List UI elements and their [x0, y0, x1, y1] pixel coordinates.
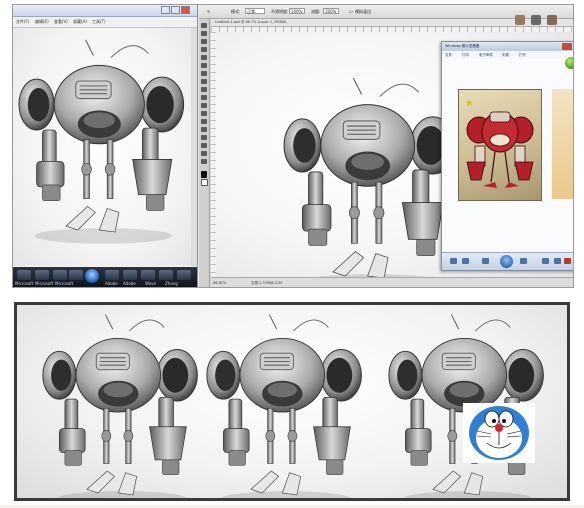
fit-icon[interactable] — [462, 258, 469, 264]
left-canvas — [13, 28, 197, 266]
move-tool-icon[interactable] — [201, 23, 207, 28]
taskbar-item[interactable] — [123, 270, 137, 280]
left-window-titlebar — [13, 5, 197, 17]
viewer-title: Windows 照片查看器 — [445, 44, 480, 48]
flow-value: 100% — [325, 9, 337, 14]
taskbar: Microsoft Microsoft Microsoft Adobe Adob… — [13, 267, 197, 287]
brush-preset-icon[interactable]: ✎ — [207, 9, 210, 14]
wet-edges-label: 模拟湿边 — [355, 9, 371, 14]
wet-edges-checkbox[interactable]: ☐ — [349, 9, 353, 14]
minimize-button[interactable] — [161, 6, 170, 14]
menu-item-file[interactable]: 文件(F) — [16, 19, 29, 25]
opacity-value: 100% — [291, 9, 303, 14]
taskbar-item[interactable] — [17, 270, 31, 280]
panel-icon[interactable] — [547, 15, 557, 25]
background-color-swatch[interactable] — [201, 179, 208, 186]
panel-icons — [509, 11, 569, 31]
mode-label: 模式: — [231, 9, 241, 14]
history-brush-icon[interactable] — [201, 87, 207, 92]
menu-item-edit[interactable]: 编辑(E) — [35, 19, 49, 25]
eraser-tool-icon[interactable] — [201, 95, 207, 100]
crop-tool-icon[interactable] — [201, 47, 207, 52]
viewer-titlebar: Windows 照片查看器 — [442, 42, 573, 51]
marquee-tool-icon[interactable] — [201, 31, 207, 36]
taskbar-label: Microsoft — [15, 281, 34, 286]
dodge-tool-icon[interactable] — [201, 111, 207, 116]
foreground-color-swatch[interactable] — [201, 171, 207, 178]
taskbar-label: Microsoft — [55, 281, 74, 286]
rotate-right-icon[interactable] — [554, 258, 561, 264]
close-button[interactable] — [181, 6, 190, 14]
panel-icon[interactable] — [531, 15, 541, 25]
svg-text:★: ★ — [464, 97, 474, 109]
tools-panel — [199, 19, 210, 287]
taskbar-label: Adobe — [105, 281, 118, 286]
taskbar-item[interactable] — [159, 270, 173, 280]
slideshow-icon[interactable] — [500, 255, 513, 268]
menu-item-view[interactable]: 查看(V) — [54, 19, 68, 25]
status-bar: 66.67% 文档:1.37M/8.21M — [211, 277, 573, 287]
opacity-label: 不透明度: — [271, 9, 289, 14]
viewer-menu-email[interactable]: 电子邮件 — [479, 53, 493, 58]
start-orb-icon[interactable] — [85, 269, 99, 283]
mode-value: 正常 — [247, 9, 255, 14]
viewer-menu-file[interactable]: 文件 — [445, 53, 452, 58]
robot-lineup — [42, 314, 544, 498]
taskbar-label: Adobe — [123, 281, 136, 286]
left-window: 文件(F) 编辑(E) 查看(V) 收藏(A) 工具(T) Microsoft … — [13, 5, 198, 287]
document-tab-label: Untitled-1.psd @ 66.7% (Layer 1, RGB/8) — [215, 20, 287, 24]
taskbar-item[interactable] — [105, 270, 119, 280]
zoom-tool-icon[interactable] — [201, 159, 207, 164]
eyedropper-tool-icon[interactable] — [201, 55, 207, 60]
shape-tool-icon[interactable] — [201, 143, 207, 148]
viewer-menu-burn[interactable]: 刻录 — [502, 53, 509, 58]
viewer-close-button[interactable] — [562, 43, 572, 50]
viewer-menu-print[interactable]: 打印 — [462, 53, 469, 58]
taskbar-label: Microsoft — [35, 281, 54, 286]
document-size: 文档:1.37M/8.21M — [251, 281, 282, 285]
healing-tool-icon[interactable] — [201, 63, 207, 68]
left-window-menubar: 文件(F) 编辑(E) 查看(V) 收藏(A) 工具(T) — [13, 17, 197, 28]
lasso-tool-icon[interactable] — [201, 39, 207, 44]
previous-icon[interactable] — [482, 258, 489, 264]
type-tool-icon[interactable] — [201, 127, 207, 132]
pen-tool-icon[interactable] — [201, 119, 207, 124]
robot-render-sheet — [14, 302, 570, 501]
rotate-left-icon[interactable] — [542, 258, 549, 264]
red-robot-sketch: ★ — [464, 97, 534, 188]
green-badge-icon[interactable] — [565, 57, 573, 69]
brush-tool-icon[interactable] — [201, 71, 207, 76]
orange-side-panel — [552, 89, 573, 199]
left-scrollbar[interactable] — [191, 28, 197, 266]
photo-viewer-window: Windows 照片查看器 文件 打印 电子邮件 刻录 打开 ★ — [441, 41, 573, 271]
taskbar-label: Wave — [145, 281, 156, 286]
robot-render-small — [18, 39, 185, 245]
taskbar-item[interactable] — [53, 270, 67, 280]
hand-tool-icon[interactable] — [201, 151, 207, 156]
stamp-tool-icon[interactable] — [201, 79, 207, 84]
menu-item-tools[interactable]: 工具(T) — [92, 19, 106, 25]
panel-icon[interactable] — [515, 15, 525, 25]
taskbar-item[interactable] — [69, 270, 83, 280]
taskbar-label: Zhang — [165, 281, 178, 286]
concept-art-photo: ★ — [458, 89, 542, 201]
path-select-icon[interactable] — [201, 135, 207, 140]
zoom-level[interactable]: 66.67% — [213, 281, 226, 285]
delete-icon[interactable] — [564, 258, 571, 264]
next-icon[interactable] — [520, 258, 527, 264]
maximize-button[interactable] — [171, 6, 180, 14]
taskbar-item[interactable] — [177, 270, 191, 280]
viewer-image-area: ★ — [442, 59, 573, 252]
desktop-screenshot: 文件(F) 编辑(E) 查看(V) 收藏(A) 工具(T) Microsoft … — [12, 4, 574, 288]
doraemon-sticker-icon — [463, 403, 535, 463]
menu-item-favorites[interactable]: 收藏(A) — [73, 19, 87, 25]
viewer-menu-open[interactable]: 打开 — [519, 53, 526, 58]
flow-label: 流量: — [311, 9, 321, 14]
taskbar-item[interactable] — [35, 270, 49, 280]
taskbar-item[interactable] — [141, 270, 155, 280]
gradient-tool-icon[interactable] — [201, 103, 207, 108]
viewer-controls — [442, 252, 573, 270]
zoom-icon[interactable] — [450, 258, 457, 264]
